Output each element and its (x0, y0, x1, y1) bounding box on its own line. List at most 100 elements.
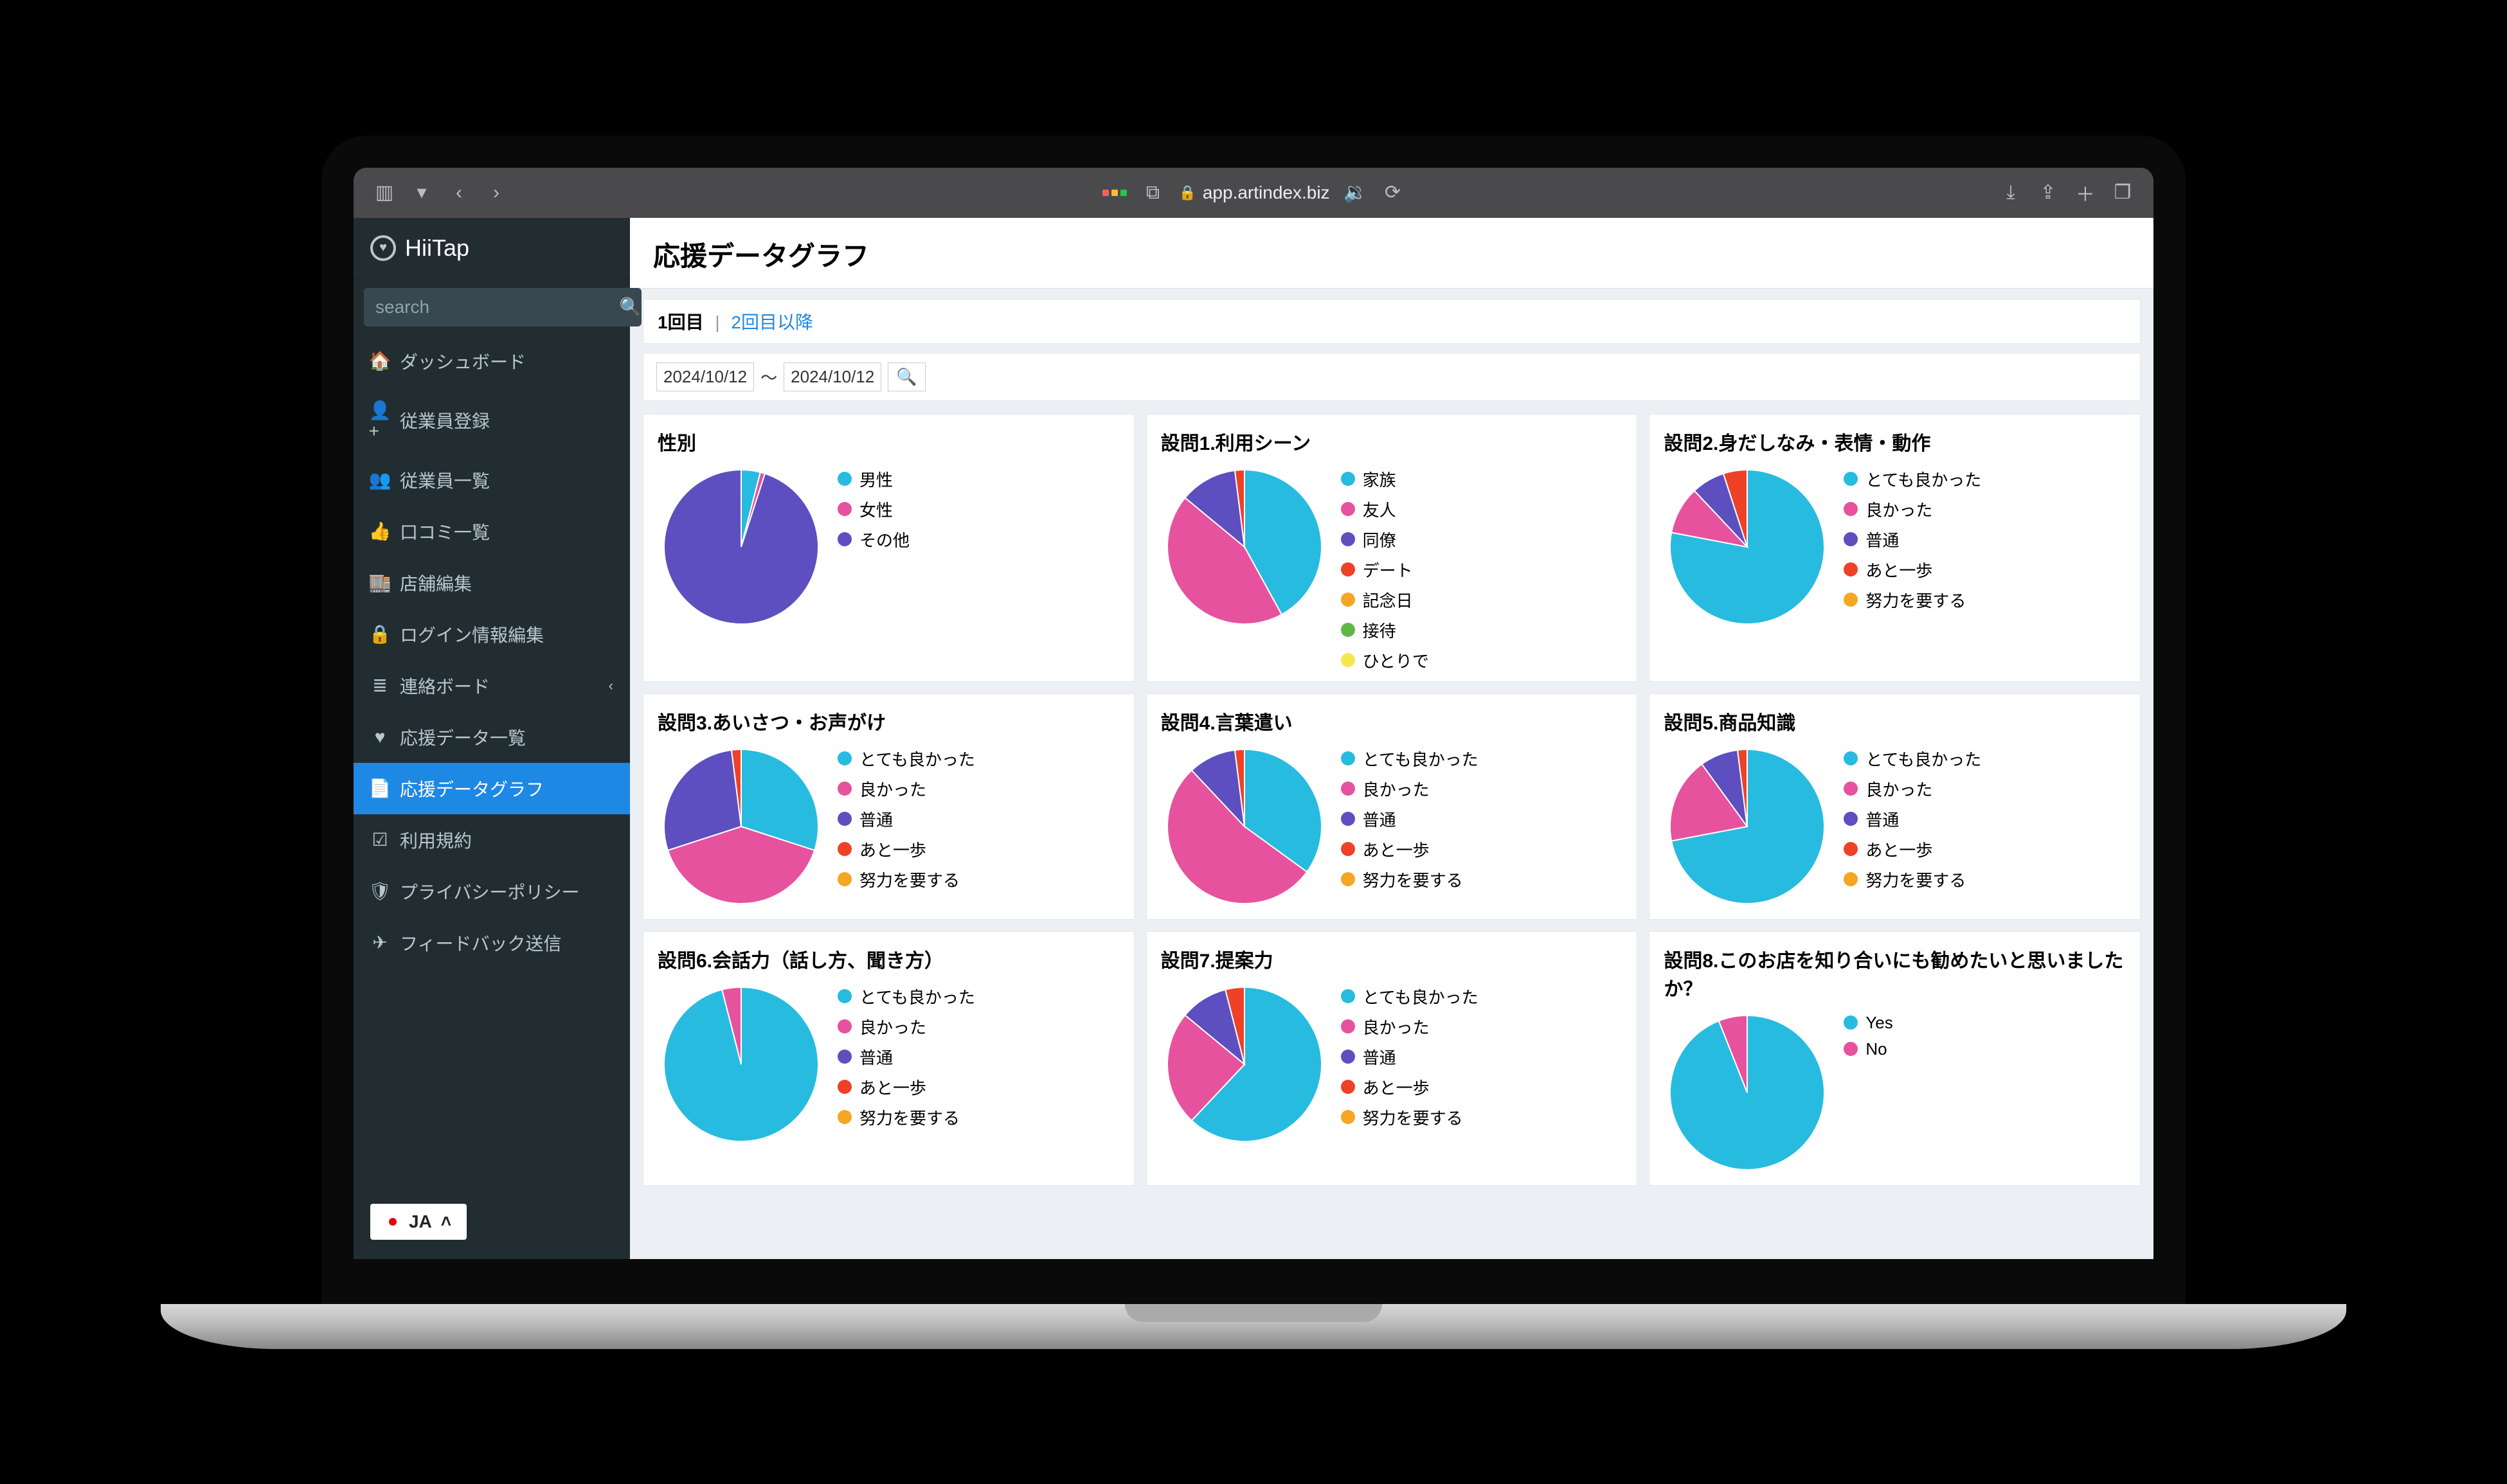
date-to[interactable]: 2024/10/12 (784, 362, 881, 391)
brand[interactable]: HiiTap (354, 218, 630, 279)
legend-swatch (1844, 562, 1858, 577)
legend-swatch (1844, 502, 1858, 516)
legend-item: あと一歩 (1341, 837, 1478, 861)
chart-title: 性別 (658, 427, 1120, 456)
legend-swatch (1844, 593, 1858, 607)
chart-title: 設問7.提案力 (1161, 945, 1623, 973)
legend-swatch (838, 872, 852, 886)
lock-icon: 🔒 (1178, 184, 1196, 201)
legend-item: とても良かった (1844, 467, 1981, 491)
tab-separator: | (715, 312, 719, 332)
legend-label: 努力を要する (859, 1105, 960, 1129)
sidebar-item-label: 口コミ一覧 (400, 519, 490, 544)
legend-label: 友人 (1363, 497, 1396, 521)
sidebar-item-10[interactable]: 🛡 プライバシーポリシー (354, 866, 630, 917)
sidebar-item-label: 従業員一覧 (400, 467, 490, 493)
legend-label: とても良かった (1363, 985, 1478, 1008)
legend-item: 努力を要する (838, 1105, 975, 1129)
legend-swatch (838, 782, 852, 796)
legend-label: とても良かった (1865, 747, 1981, 771)
chevron-down-icon[interactable]: ▾ (410, 181, 433, 204)
legend-swatch (1844, 782, 1858, 796)
legend-label: 家族 (1363, 467, 1396, 491)
sidebar-item-label: ログイン情報編集 (400, 621, 544, 647)
legend-swatch (1844, 872, 1858, 886)
tabs-icon[interactable]: ❐ (2111, 181, 2134, 204)
sidebar-item-label: 応援データグラフ (400, 776, 544, 801)
legend-swatch (838, 989, 852, 1003)
sidebar-item-7[interactable]: ♥応援データ一覧 (354, 711, 630, 763)
sidebar-item-5[interactable]: 🔒ログイン情報編集 (354, 609, 630, 660)
legend: とても良かった良かった普通あと一歩努力を要する (1844, 743, 1981, 891)
list-icon: ≣ (370, 675, 390, 696)
browser-toolbar: ▥ ▾ ‹ › ⧉ 🔒 app.artindex.biz 🔉 ⟳ (354, 168, 2153, 218)
date-search-button[interactable]: 🔍 (888, 362, 925, 391)
sidebar-item-3[interactable]: 👍 口コミ一覧 (354, 506, 630, 557)
file-icon: 📄 (370, 778, 390, 799)
tab-first[interactable]: 1回目 (658, 312, 704, 332)
chart-title: 設問6.会話力（話し方、聞き方） (658, 945, 1120, 973)
new-tab-icon[interactable]: ＋ (2074, 181, 2097, 204)
sidebar-item-label: 利用規約 (400, 827, 472, 853)
user-plus-icon: 👤+ (370, 400, 390, 442)
legend-label: あと一歩 (1865, 558, 1932, 582)
pie-chart (658, 981, 825, 1148)
pie-chart (1664, 463, 1831, 630)
shield-icon: 🛡 (370, 881, 390, 902)
legend-item: とても良かった (1341, 985, 1478, 1008)
legend-item: 良かった (1844, 777, 1981, 801)
chart-card-4: 設問4.言葉遣いとても良かった良かった普通あと一歩努力を要する (1146, 693, 1638, 920)
chart-title: 設問4.言葉遣い (1161, 707, 1623, 735)
sidebar-item-9[interactable]: ☑利用規約 (354, 814, 630, 866)
search-input[interactable] (364, 288, 619, 326)
sidebar-item-label: 従業員登録 (400, 407, 490, 433)
legend-swatch (838, 1050, 852, 1064)
sidebar-item-8[interactable]: 📄 応援データグラフ (354, 763, 630, 814)
audio-icon[interactable]: 🔉 (1344, 181, 1367, 204)
legend-item: 普通 (838, 807, 975, 831)
legend-swatch (1341, 562, 1355, 577)
downloads-icon[interactable]: ⤓ (1999, 181, 2022, 204)
legend-item: No (1844, 1039, 1892, 1059)
legend-label: 努力を要する (1363, 868, 1463, 891)
page-header: 応援データグラフ (630, 218, 2153, 289)
search-button[interactable]: 🔍 (619, 288, 642, 326)
reload-icon[interactable]: ⟳ (1381, 181, 1405, 204)
forward-icon[interactable]: › (485, 181, 508, 204)
legend-label: 同僚 (1363, 528, 1396, 551)
brand-name: HiiTap (405, 235, 469, 262)
pie-chart (1161, 463, 1328, 630)
legend-label: あと一歩 (1363, 1075, 1430, 1099)
share-icon[interactable]: ⇪ (2036, 181, 2060, 204)
legend-label: 良かった (1865, 497, 1932, 521)
back-icon[interactable]: ‹ (447, 181, 471, 204)
sidebar-item-label: プライバシーポリシー (400, 879, 579, 904)
legend-swatch (838, 1080, 852, 1094)
sidebar-item-0[interactable]: 🏠ダッシュボード (354, 335, 630, 387)
thumbs-up-icon: 👍 (370, 521, 390, 542)
legend-item: 良かった (838, 777, 975, 801)
legend-label: 普通 (1363, 1045, 1396, 1069)
legend: とても良かった良かった普通あと一歩努力を要する (1341, 981, 1478, 1129)
main-content: 応援データグラフ 1回目 | 2回目以降 2024/10/12 〜 2024/1… (630, 218, 2153, 1259)
chart-title: 設問2.身だしなみ・表情・動作 (1664, 427, 2126, 456)
sidebar-item-6[interactable]: ≣連絡ボード‹ (354, 660, 630, 711)
tab-subsequent[interactable]: 2回目以降 (731, 312, 813, 332)
legend-item: とても良かった (838, 985, 975, 1008)
legend-swatch (1341, 782, 1355, 796)
reader-icon[interactable]: ⧉ (1141, 181, 1164, 204)
japan-flag-icon (386, 1215, 400, 1229)
chart-card-3: 設問3.あいさつ・お声がけとても良かった良かった普通あと一歩努力を要する (643, 693, 1135, 920)
chevron-up-icon: ˄ (441, 1211, 451, 1232)
legend-label: あと一歩 (1865, 837, 1932, 861)
language-switcher[interactable]: JA ˄ (370, 1204, 467, 1240)
sidebar-item-11[interactable]: ✈フィードバック送信 (354, 917, 630, 969)
grid-apps-icon[interactable] (1102, 190, 1127, 196)
sidebar-item-1[interactable]: 👤+ 従業員登録 (354, 387, 630, 454)
address-bar[interactable]: 🔒 app.artindex.biz (1178, 183, 1329, 203)
sidebar-toggle-icon[interactable]: ▥ (373, 181, 396, 204)
sidebar-item-2[interactable]: 👥従業員一覧 (354, 454, 630, 506)
date-from[interactable]: 2024/10/12 (656, 362, 754, 391)
legend-item: ひとりで (1341, 648, 1429, 672)
sidebar-item-4[interactable]: 🏬店舗編集 (354, 557, 630, 609)
